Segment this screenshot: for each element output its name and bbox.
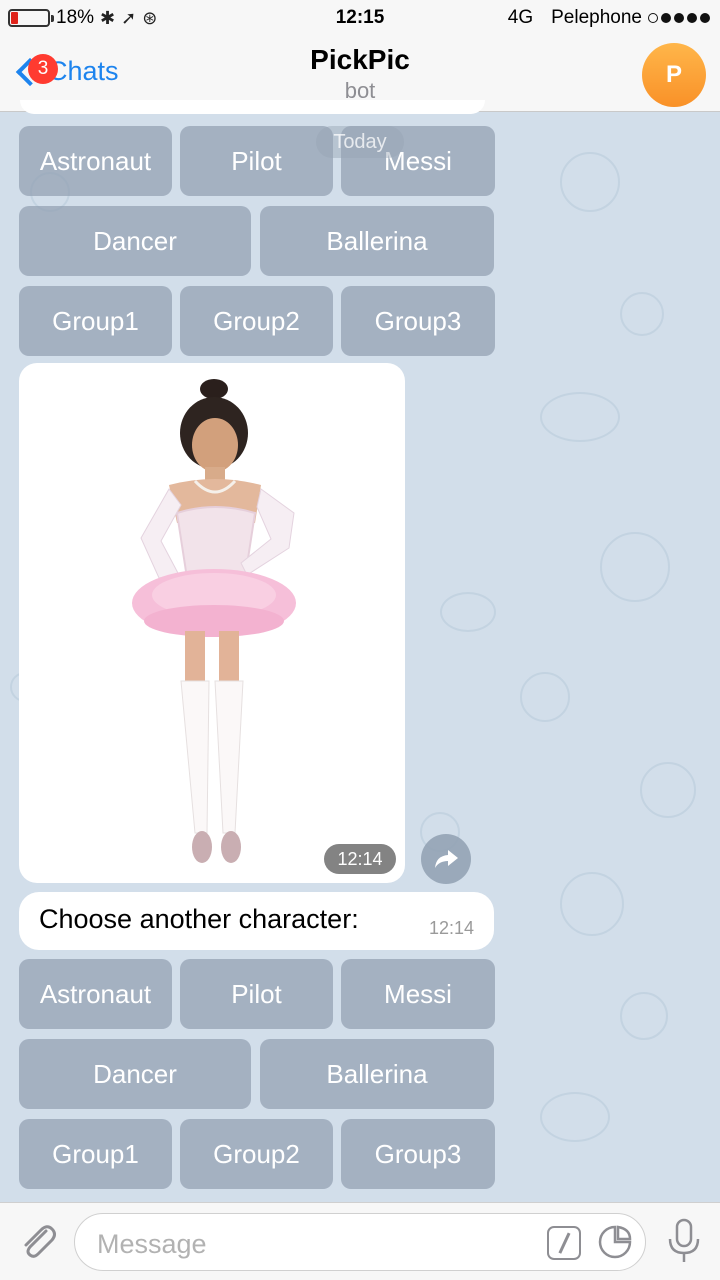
keyboard-button-group3[interactable]: Group3 [341, 1119, 495, 1189]
paperclip-icon[interactable] [16, 1219, 60, 1263]
message-input[interactable]: Message [74, 1213, 646, 1271]
previous-message-bubble [20, 100, 485, 114]
keyboard-button-dancer[interactable]: Dancer [19, 206, 251, 276]
share-arrow-icon [435, 850, 458, 868]
avatar[interactable]: P [642, 43, 706, 107]
bot-command-icon[interactable] [547, 1226, 581, 1260]
keyboard-button-group1[interactable]: Group1 [19, 1119, 172, 1189]
keyboard-button-ballerina[interactable]: Ballerina [260, 1039, 494, 1109]
keyboard-button-group2[interactable]: Group2 [180, 286, 333, 356]
keyboard-button-ballerina[interactable]: Ballerina [260, 206, 494, 276]
keyboard-button-pilot[interactable]: Pilot [180, 126, 333, 196]
message-input-bar: Message [0, 1202, 720, 1280]
keyboard-button-astronaut[interactable]: Astronaut [19, 126, 172, 196]
message-text: Choose another character: [39, 904, 359, 934]
photo-timestamp: 12:14 [324, 844, 396, 874]
network-type: 4G [507, 7, 534, 28]
message-timestamp: 12:14 [428, 918, 474, 938]
keyboard-button-group3[interactable]: Group3 [341, 286, 495, 356]
keyboard-button-group2[interactable]: Group2 [180, 1119, 333, 1189]
forward-button[interactable] [421, 834, 471, 884]
keyboard-button-dancer[interactable]: Dancer [19, 1039, 251, 1109]
message-placeholder: Message [97, 1229, 207, 1259]
status-bar: 18% ✱ ➚ ⊛ 12:15 4G Pelephone [0, 0, 720, 38]
photo-message[interactable]: 12:14 [19, 363, 405, 883]
keyboard-button-group1[interactable]: Group1 [19, 286, 172, 356]
date-divider: Today [316, 126, 404, 158]
carrier-name: Pelephone [551, 7, 642, 28]
sticker-icon[interactable] [597, 1224, 633, 1260]
ballerina-photo [132, 379, 296, 863]
keyboard-button-pilot[interactable]: Pilot [180, 959, 333, 1029]
microphone-icon[interactable] [664, 1217, 704, 1265]
text-message: Choose another character: 12:14 [19, 892, 494, 950]
chat-title[interactable]: PickPic [0, 44, 720, 76]
keyboard-button-astronaut[interactable]: Astronaut [19, 959, 172, 1029]
keyboard-button-messi[interactable]: Messi [341, 959, 495, 1029]
signal-strength-icon [648, 13, 710, 23]
